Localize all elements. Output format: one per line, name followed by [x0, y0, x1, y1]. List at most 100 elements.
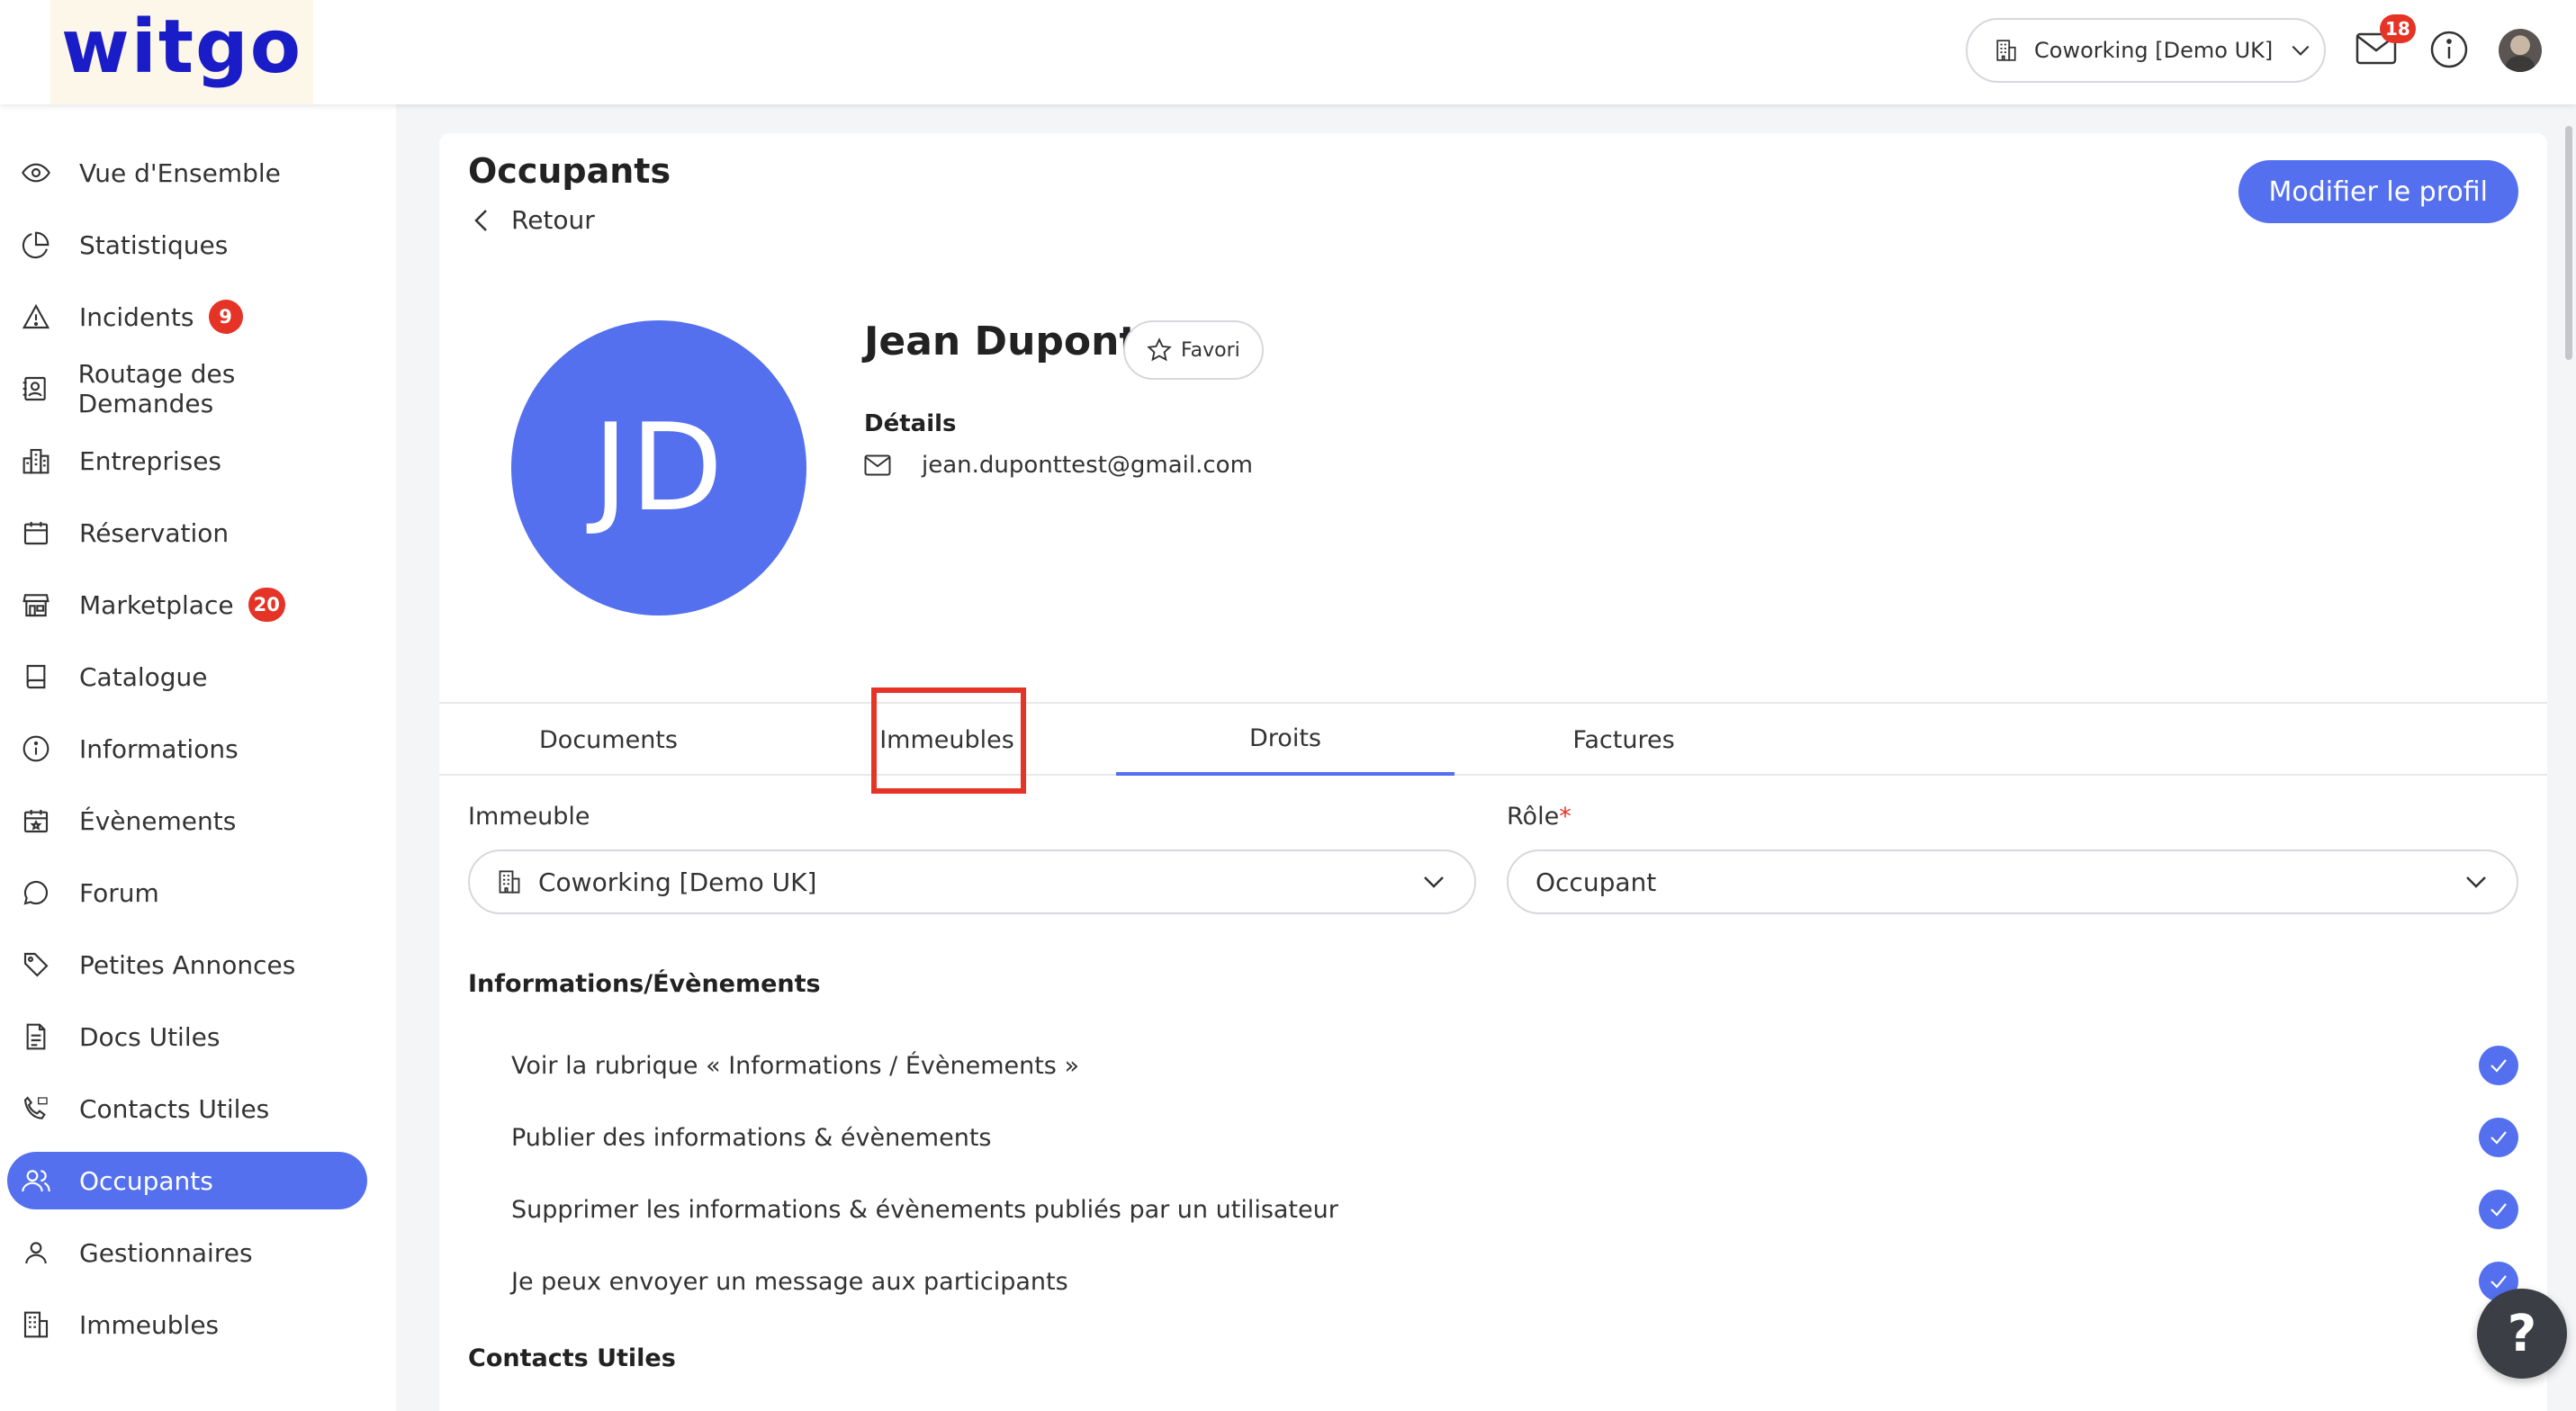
sidebar-item-evenements[interactable]: Évènements	[7, 792, 367, 849]
chat-bubble-icon	[20, 876, 52, 909]
building-field-label: Immeuble	[468, 803, 590, 831]
details-label: Détails	[864, 410, 957, 437]
warning-icon	[20, 301, 52, 333]
tab-factures[interactable]: Factures	[1455, 704, 1793, 776]
sidebar-item-petites-annonces[interactable]: Petites Annonces	[7, 936, 367, 993]
sidebar-item-label: Réservation	[79, 517, 230, 548]
sidebar-item-reservation[interactable]: Réservation	[7, 504, 367, 562]
main-panel: Occupants Retour Modifier le profil JD J…	[439, 133, 2547, 1411]
highlight-annotation	[871, 688, 1026, 794]
building-selector[interactable]: Coworking [Demo UK]	[1966, 18, 2326, 83]
sidebar-item-immeubles[interactable]: Immeubles	[7, 1296, 367, 1353]
envelope-icon	[864, 454, 891, 476]
user-avatar[interactable]	[2499, 29, 2542, 72]
edit-profile-button[interactable]: Modifier le profil	[2238, 160, 2518, 223]
sidebar: Vue d'Ensemble Statistiques Incidents 9 …	[0, 104, 396, 1411]
book-icon	[20, 661, 52, 693]
sidebar-item-label: Évènements	[79, 805, 237, 836]
chevron-down-icon	[2289, 39, 2312, 62]
tab-bar: Documents Immeubles Droits Factures	[439, 702, 2547, 776]
sidebar-item-occupants[interactable]: Occupants	[7, 1152, 367, 1209]
contact-card-icon	[20, 373, 51, 405]
role-select-value: Occupant	[1536, 867, 1657, 897]
sidebar-item-label: Informations	[79, 733, 239, 764]
mail-badge: 18	[2380, 14, 2416, 43]
role-select[interactable]: Occupant	[1507, 849, 2518, 914]
sidebar-item-informations[interactable]: Informations	[7, 720, 367, 777]
sidebar-item-label: Docs Utiles	[79, 1021, 221, 1052]
role-label-text: Rôle	[1507, 803, 1560, 831]
calendar-icon	[20, 517, 52, 549]
users-icon	[20, 1164, 52, 1197]
sidebar-item-label: Gestionnaires	[79, 1237, 253, 1268]
top-bar: witgo Coworking [Demo UK] 18	[0, 0, 2576, 104]
profile-avatar: JD	[511, 320, 806, 616]
tab-droits[interactable]: Droits	[1116, 704, 1455, 776]
document-icon	[20, 1020, 52, 1053]
logo[interactable]: witgo	[50, 0, 313, 104]
check-icon[interactable]	[2479, 1190, 2518, 1229]
permission-label: Je peux envoyer un message aux participa…	[511, 1267, 1068, 1296]
page-scrollbar[interactable]	[2565, 126, 2572, 360]
building-selector-label: Coworking [Demo UK]	[2034, 38, 2274, 63]
profile-name: Jean Dupont	[864, 319, 1139, 364]
sidebar-item-label: Forum	[79, 877, 159, 908]
sidebar-item-contacts-utiles[interactable]: Contacts Utiles	[7, 1080, 367, 1137]
tag-icon	[20, 948, 52, 981]
building-icon	[1995, 39, 2018, 62]
sidebar-item-label: Petites Annonces	[79, 949, 296, 980]
sidebar-item-vue-ensemble[interactable]: Vue d'Ensemble	[7, 144, 367, 202]
building-select-value: Coworking [Demo UK]	[538, 867, 817, 897]
email-row: jean.duponttest@gmail.com	[864, 452, 1253, 479]
chevron-left-icon	[472, 208, 491, 233]
sidebar-item-label: Routage des Demandes	[77, 359, 236, 418]
city-icon	[20, 445, 52, 477]
star-icon	[1147, 337, 1172, 363]
check-icon[interactable]	[2479, 1046, 2518, 1085]
back-link[interactable]: Retour	[472, 205, 595, 235]
logo-text: witgo	[60, 4, 303, 90]
store-icon	[20, 589, 52, 621]
sidebar-item-catalogue[interactable]: Catalogue	[7, 648, 367, 706]
sidebar-item-incidents[interactable]: Incidents 9	[7, 288, 367, 346]
sidebar-item-label: Vue d'Ensemble	[79, 157, 281, 188]
sidebar-item-label: Contacts Utiles	[79, 1093, 270, 1124]
calendar-event-icon	[20, 804, 52, 837]
email-text[interactable]: jean.duponttest@gmail.com	[922, 452, 1253, 479]
section-title-contacts: Contacts Utiles	[468, 1344, 676, 1372]
role-field-label: Rôle*	[1507, 803, 1572, 831]
sidebar-item-label: Occupants	[79, 1165, 213, 1196]
incidents-badge: 9	[208, 300, 243, 334]
sidebar-item-forum[interactable]: Forum	[7, 864, 367, 921]
sidebar-item-label: Incidents	[79, 301, 194, 332]
building-select[interactable]: Coworking [Demo UK]	[468, 849, 1476, 914]
help-button[interactable]: ?	[2477, 1289, 2567, 1379]
sidebar-item-label: Marketplace	[79, 589, 234, 620]
sidebar-item-gestionnaires[interactable]: Gestionnaires	[7, 1224, 367, 1281]
sidebar-item-label: Catalogue	[79, 661, 208, 692]
marketplace-badge: 20	[248, 588, 285, 622]
check-icon[interactable]	[2479, 1118, 2518, 1157]
permission-label: Publier des informations & évènements	[511, 1123, 992, 1152]
chevron-down-icon	[1420, 868, 1447, 895]
favorite-button[interactable]: Favori	[1123, 320, 1264, 380]
eye-icon	[20, 157, 52, 189]
sidebar-item-statistiques[interactable]: Statistiques	[7, 216, 367, 274]
sidebar-item-docs-utiles[interactable]: Docs Utiles	[7, 1008, 367, 1065]
back-label: Retour	[511, 205, 595, 235]
info-icon[interactable]	[2428, 29, 2470, 70]
permission-row: Je peux envoyer un message aux participa…	[511, 1254, 2518, 1308]
sidebar-item-label: Immeubles	[79, 1309, 220, 1340]
required-mark: *	[1559, 803, 1572, 831]
favorite-label: Favori	[1181, 338, 1240, 362]
pie-chart-icon	[20, 229, 52, 261]
sidebar-item-marketplace[interactable]: Marketplace 20	[7, 576, 367, 634]
building-icon	[497, 869, 522, 894]
sidebar-item-entreprises[interactable]: Entreprises	[7, 432, 367, 490]
info-icon	[20, 732, 52, 765]
sidebar-item-routage[interactable]: Routage des Demandes	[7, 359, 367, 418]
tab-documents[interactable]: Documents	[439, 704, 778, 776]
sidebar-item-label: Entreprises	[79, 445, 222, 476]
page-title: Occupants	[468, 151, 671, 191]
permission-row: Supprimer les informations & évènements …	[511, 1182, 2518, 1236]
